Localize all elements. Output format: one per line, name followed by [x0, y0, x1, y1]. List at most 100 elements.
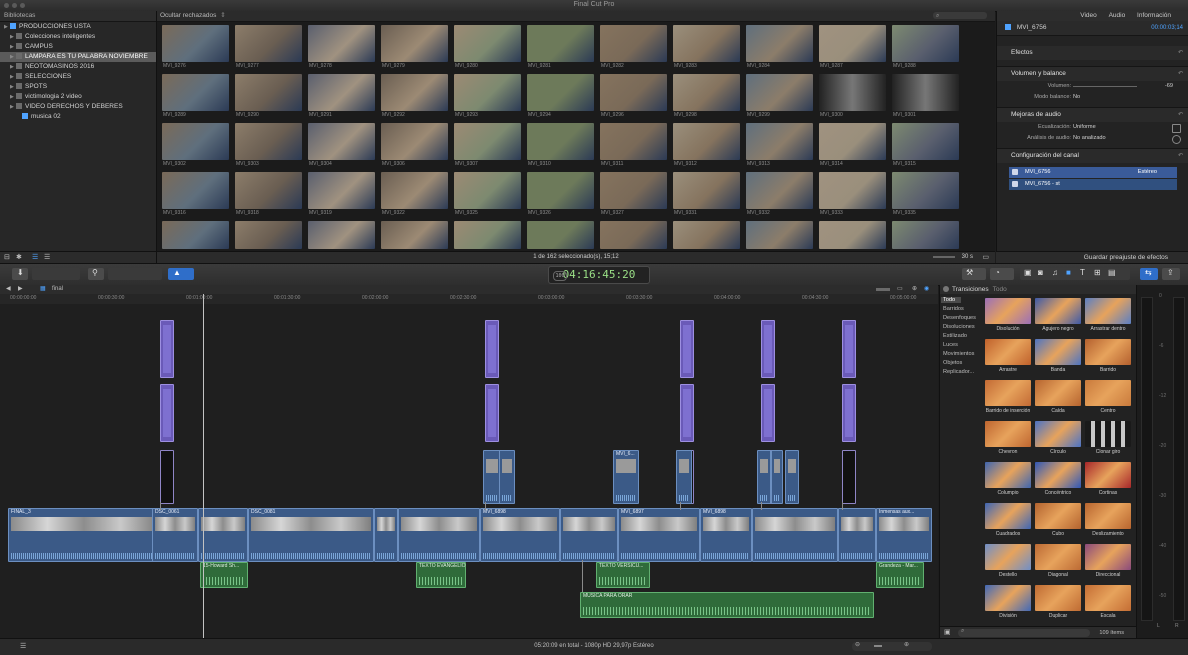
- transition-item[interactable]: Diagonal: [1035, 544, 1081, 584]
- primary-clip[interactable]: MVI_6898: [480, 508, 560, 562]
- primary-clip[interactable]: [838, 508, 876, 562]
- primary-clip[interactable]: MVI_6897: [618, 508, 700, 562]
- volume-slider[interactable]: [1073, 86, 1137, 87]
- clip-thumbnail[interactable]: MVI_9281: [527, 25, 594, 72]
- clip-thumbnail[interactable]: MVI_9306: [381, 123, 448, 170]
- transition-item[interactable]: Deslizamiento: [1085, 503, 1131, 543]
- clip-thumbnail[interactable]: MVI_9318: [235, 172, 302, 219]
- effects-reset-icon[interactable]: ↶: [1178, 46, 1183, 60]
- enhance-reset-icon[interactable]: ↶: [1178, 108, 1183, 122]
- eq-button[interactable]: [1172, 124, 1181, 133]
- select-tool-button[interactable]: ▲: [168, 268, 194, 280]
- forward-icon[interactable]: ▶: [18, 285, 23, 292]
- title-clip[interactable]: [680, 384, 694, 442]
- title-clip[interactable]: [160, 320, 174, 378]
- clip-thumbnail[interactable]: MVI_9277: [235, 25, 302, 72]
- transition-item[interactable]: Arrastre: [985, 339, 1031, 379]
- primary-clip[interactable]: [752, 508, 838, 562]
- zoom-out-icon[interactable]: ⊖: [855, 641, 860, 648]
- title-clip[interactable]: [761, 320, 775, 378]
- tab-video[interactable]: Video: [1080, 12, 1097, 19]
- clip-thumbnail[interactable]: MVI_9335: [892, 172, 959, 219]
- clip-thumbnail[interactable]: MVI_9288: [892, 25, 959, 72]
- clip-thumbnail[interactable]: MVI_9315: [892, 123, 959, 170]
- transition-item[interactable]: Columpio: [985, 462, 1031, 502]
- library-item[interactable]: ▶ LAMPARA ES TU PALABRA NOVIEMBRE: [0, 52, 156, 62]
- clip-thumbnail[interactable]: MVI_9289: [162, 74, 229, 121]
- clip-thumbnail[interactable]: MVI_9312: [673, 123, 740, 170]
- connected-clip[interactable]: [771, 450, 783, 504]
- photos-icon[interactable]: ◙: [1038, 268, 1043, 277]
- transition-item[interactable]: Duplicar: [1035, 585, 1081, 625]
- themes-icon[interactable]: ▤: [1108, 268, 1116, 277]
- transition-item[interactable]: Clonar giro: [1085, 421, 1131, 461]
- connected-clip[interactable]: MVI_6...: [613, 450, 639, 504]
- transition-category[interactable]: Barridos: [943, 306, 964, 312]
- primary-clip[interactable]: Inmensas aux...: [876, 508, 932, 562]
- transition-category[interactable]: Desenfoques: [943, 315, 976, 321]
- edit-buttons[interactable]: [108, 268, 162, 280]
- channel-row-sub[interactable]: MVI_6756 - st: [1009, 179, 1177, 190]
- transition-category[interactable]: Movimientos: [943, 351, 974, 357]
- library-item[interactable]: ▶ PRODUCCIONES USTA: [0, 22, 156, 32]
- connected-clip[interactable]: [676, 450, 692, 504]
- clip-thumbnail[interactable]: MVI_9325: [454, 172, 521, 219]
- filmstrip-view-icon[interactable]: ☰: [32, 253, 38, 261]
- channel-reset-icon[interactable]: ↶: [1178, 149, 1183, 163]
- clip-thumbnail[interactable]: MVI_9283: [673, 25, 740, 72]
- playhead[interactable]: [203, 294, 204, 638]
- transition-item[interactable]: Chevron: [985, 421, 1031, 461]
- transition-item[interactable]: Barrido: [1085, 339, 1131, 379]
- clip-thumbnail[interactable]: MVI_9331: [673, 172, 740, 219]
- transition-category[interactable]: Objetos: [943, 360, 962, 366]
- clip-thumbnail[interactable]: MVI_9282: [600, 25, 667, 72]
- back-icon[interactable]: ◀: [6, 285, 11, 292]
- transition-category[interactable]: Todo: [941, 297, 962, 303]
- title-clip[interactable]: [680, 320, 694, 378]
- transition-item[interactable]: Cuadrados: [985, 503, 1031, 543]
- clip-thumbnail[interactable]: MVI_9307: [454, 123, 521, 170]
- audio-clip[interactable]: 15-Howard Sh...: [200, 562, 248, 588]
- clip-thumbnail[interactable]: MVI_9310: [527, 123, 594, 170]
- clip-thumbnail[interactable]: MVI_9291: [308, 74, 375, 121]
- channel-mode-select[interactable]: Estéreo: [1138, 167, 1157, 178]
- transition-category[interactable]: Estilizado: [943, 333, 967, 339]
- record-voiceover-button[interactable]: ⬇: [12, 268, 28, 280]
- transition-item[interactable]: Cortinas: [1085, 462, 1131, 502]
- clip-thumbnail[interactable]: MVI_9287: [819, 25, 886, 72]
- title-clip[interactable]: [842, 384, 856, 442]
- channel-row-main[interactable]: MVI_6756 Estéreo: [1009, 167, 1177, 178]
- effects-icon[interactable]: ▣: [1024, 268, 1032, 277]
- inspector-toggle-button[interactable]: ⇆: [1140, 268, 1158, 280]
- title-clip[interactable]: [842, 450, 856, 504]
- transition-category[interactable]: Disoluciones: [943, 324, 975, 330]
- clip-thumbnail[interactable]: MVI_9333: [819, 172, 886, 219]
- timeline[interactable]: MVI_6... FINAL_3 DSC_0061 DSC_0081 MVI_6898 M…: [0, 294, 938, 638]
- channel-checkbox[interactable]: [1012, 169, 1018, 175]
- media-browser-buttons[interactable]: ▣ ◙ ♫ ■ T ⊞ ▤: [1020, 268, 1130, 280]
- timeline-zoom-control[interactable]: [876, 288, 890, 291]
- thumb-zoom-slider[interactable]: [933, 256, 955, 258]
- clip-thumbnail[interactable]: MVI_9301: [892, 74, 959, 121]
- skimming-icon[interactable]: ◉: [924, 285, 929, 292]
- keyword-editor-button[interactable]: ⚲: [88, 268, 104, 280]
- transition-item[interactable]: Disolución: [985, 298, 1031, 338]
- sidebar-toggle-icon[interactable]: ▣: [944, 628, 951, 636]
- clip-thumbnail[interactable]: MVI_9284: [746, 25, 813, 72]
- retime-button[interactable]: ◔: [990, 268, 1014, 280]
- clip-thumbnail[interactable]: MVI_9322: [381, 172, 448, 219]
- hide-rejected-filter[interactable]: Ocultar rechazados: [160, 12, 216, 19]
- clip-thumbnail[interactable]: MVI_9292: [381, 74, 448, 121]
- subchannel-checkbox[interactable]: [1012, 181, 1018, 187]
- list-view-icon[interactable]: ☰: [44, 253, 50, 261]
- clip-thumbnail[interactable]: MVI_9303: [235, 123, 302, 170]
- tab-info[interactable]: Información: [1137, 12, 1171, 19]
- project-name[interactable]: final: [52, 285, 63, 294]
- transition-item[interactable]: Escala: [1085, 585, 1131, 625]
- share-button[interactable]: ⇪: [1162, 268, 1180, 280]
- tab-audio[interactable]: Audio: [1109, 12, 1126, 19]
- gear-icon[interactable]: ✱: [16, 253, 22, 261]
- transition-item[interactable]: Caída: [1035, 380, 1081, 420]
- audio-clip[interactable]: TEXTO VERSICU...: [596, 562, 650, 588]
- primary-clip[interactable]: [398, 508, 480, 562]
